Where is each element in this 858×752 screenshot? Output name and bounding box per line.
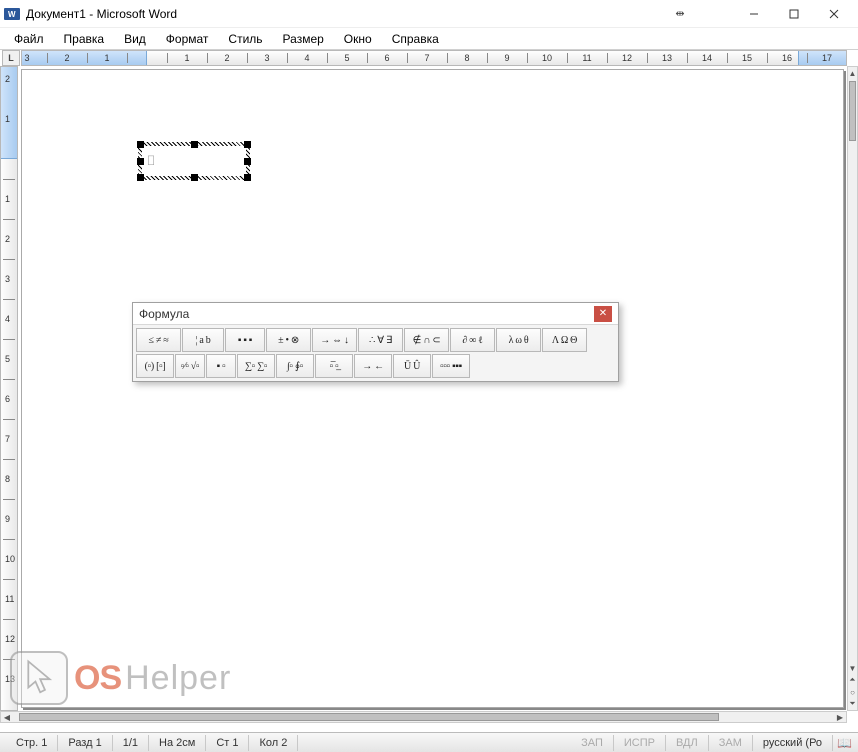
title-bar: W Документ1 - Microsoft Word ⇹ [0, 0, 858, 28]
resize-handle-bl[interactable] [137, 174, 144, 181]
menu-edit[interactable]: Правка [54, 30, 115, 48]
formula-template-btn-7[interactable]: Ū Û [393, 354, 431, 378]
watermark-text1: OS [74, 659, 121, 698]
status-rec[interactable]: ЗАП [571, 735, 614, 751]
prev-page-button[interactable]: ⏶ [848, 674, 857, 686]
spellcheck-icon[interactable]: 📖 [837, 736, 852, 750]
h-scroll-thumb[interactable] [19, 713, 719, 721]
status-col[interactable]: Кол 2 [249, 735, 298, 751]
extra-toolbar-icon[interactable]: ⇹ [666, 7, 694, 20]
formula-template-btn-1[interactable]: ▫⁄▫ √▫ [175, 354, 205, 378]
document-page[interactable]: ⎕ [21, 69, 844, 708]
formula-symbol-btn-0[interactable]: ≤ ≠ ≈ [136, 328, 181, 352]
formula-template-btn-6[interactable]: → ← [354, 354, 392, 378]
menu-view[interactable]: Вид [114, 30, 156, 48]
formula-template-btn-4[interactable]: ∫▫ ∮▫ [276, 354, 314, 378]
resize-handle-br[interactable] [244, 174, 251, 181]
cursor-icon [10, 651, 68, 705]
scroll-down-arrow[interactable]: ▼ [848, 662, 857, 674]
formula-symbol-btn-2[interactable]: ▪ ▪ ▪ [225, 328, 265, 352]
maximize-button[interactable] [774, 0, 814, 28]
word-app-icon: W [4, 6, 20, 22]
formula-symbol-btn-4[interactable]: → ⇔ ↓ [312, 328, 357, 352]
menu-file[interactable]: Файл [4, 30, 54, 48]
formula-template-btn-8[interactable]: ▫▫▫ ▪▪▪ [432, 354, 470, 378]
window-title: Документ1 - Microsoft Word [26, 7, 666, 21]
resize-handle-bm[interactable] [191, 174, 198, 181]
vertical-scrollbar[interactable]: ▲ ▼ ⏶ ○ ⏷ [847, 66, 858, 711]
status-language[interactable]: русский (Ро [753, 735, 833, 751]
menu-bar: Файл Правка Вид Формат Стиль Размер Окно… [0, 28, 858, 50]
formula-template-btn-5[interactable]: ▫̅ ▫̲ [315, 354, 353, 378]
scroll-up-arrow[interactable]: ▲ [848, 67, 857, 79]
formula-toolbar-titlebar[interactable]: Формула ✕ [133, 303, 618, 325]
formula-row-templates: (▫) [▫]▫⁄▫ √▫▪ ▫∑▫ ∑▫∫▫ ∮▫▫̅ ▫̲→ ←Ū Û▫▫▫… [135, 353, 616, 379]
formula-close-button[interactable]: ✕ [594, 306, 612, 322]
horizontal-ruler[interactable]: 3211234567891011121314151617 [21, 50, 847, 66]
v-scroll-thumb[interactable] [849, 81, 856, 141]
status-pages[interactable]: 1/1 [113, 735, 149, 751]
formula-toolbar-title: Формула [139, 307, 594, 321]
formula-template-btn-3[interactable]: ∑▫ ∑▫ [237, 354, 275, 378]
menu-help[interactable]: Справка [382, 30, 449, 48]
status-at[interactable]: На 2см [149, 735, 206, 751]
formula-row-symbols: ≤ ≠ ≈¦ a b▪ ▪ ▪± • ⊗→ ⇔ ↓∴ ∀ ∃∉ ∩ ⊂∂ ∞ ℓ… [135, 327, 616, 353]
formula-symbol-btn-3[interactable]: ± • ⊗ [266, 328, 311, 352]
horizontal-scrollbar[interactable]: ◀ ▶ [0, 711, 847, 723]
vertical-ruler[interactable]: 2112345678910111213 [0, 66, 18, 711]
minimize-button[interactable] [734, 0, 774, 28]
formula-symbol-btn-6[interactable]: ∉ ∩ ⊂ [404, 328, 449, 352]
formula-template-btn-0[interactable]: (▫) [▫] [136, 354, 174, 378]
next-page-button[interactable]: ⏷ [848, 698, 857, 710]
scroll-left-arrow[interactable]: ◀ [1, 712, 13, 722]
resize-handle-tl[interactable] [137, 141, 144, 148]
formula-symbol-btn-8[interactable]: λ ω θ [496, 328, 541, 352]
watermark-text2: Helper [125, 659, 231, 698]
browse-object-button[interactable]: ○ [848, 686, 857, 698]
status-page[interactable]: Стр. 1 [6, 735, 58, 751]
scroll-right-arrow[interactable]: ▶ [834, 712, 846, 722]
formula-symbol-btn-5[interactable]: ∴ ∀ ∃ [358, 328, 403, 352]
menu-window[interactable]: Окно [334, 30, 382, 48]
status-ovr[interactable]: ЗАМ [709, 735, 753, 751]
resize-handle-tm[interactable] [191, 141, 198, 148]
formula-symbol-btn-1[interactable]: ¦ a b [182, 328, 224, 352]
formula-toolbar[interactable]: Формула ✕ ≤ ≠ ≈¦ a b▪ ▪ ▪± • ⊗→ ⇔ ↓∴ ∀ ∃… [132, 302, 619, 382]
equation-content[interactable]: ⎕ [142, 146, 246, 176]
workspace: L 3211234567891011121314151617 211234567… [0, 50, 858, 723]
status-line[interactable]: Ст 1 [206, 735, 249, 751]
menu-format[interactable]: Формат [156, 30, 219, 48]
svg-text:W: W [8, 10, 16, 19]
watermark-logo: OS Helper [10, 651, 231, 705]
equation-object[interactable]: ⎕ [138, 142, 250, 180]
status-trk[interactable]: ИСПР [614, 735, 666, 751]
formula-symbol-btn-7[interactable]: ∂ ∞ ℓ [450, 328, 495, 352]
status-ext[interactable]: ВДЛ [666, 735, 709, 751]
status-section[interactable]: Разд 1 [58, 735, 112, 751]
menu-size[interactable]: Размер [273, 30, 334, 48]
resize-handle-tr[interactable] [244, 141, 251, 148]
formula-symbol-btn-9[interactable]: Λ Ω Θ [542, 328, 587, 352]
formula-template-btn-2[interactable]: ▪ ▫ [206, 354, 236, 378]
menu-style[interactable]: Стиль [218, 30, 272, 48]
resize-handle-ml[interactable] [137, 158, 144, 165]
status-bar: Стр. 1 Разд 1 1/1 На 2см Ст 1 Кол 2 ЗАП … [0, 732, 858, 752]
resize-handle-mr[interactable] [244, 158, 251, 165]
close-button[interactable] [814, 0, 854, 28]
tab-type-button[interactable]: L [2, 50, 20, 66]
